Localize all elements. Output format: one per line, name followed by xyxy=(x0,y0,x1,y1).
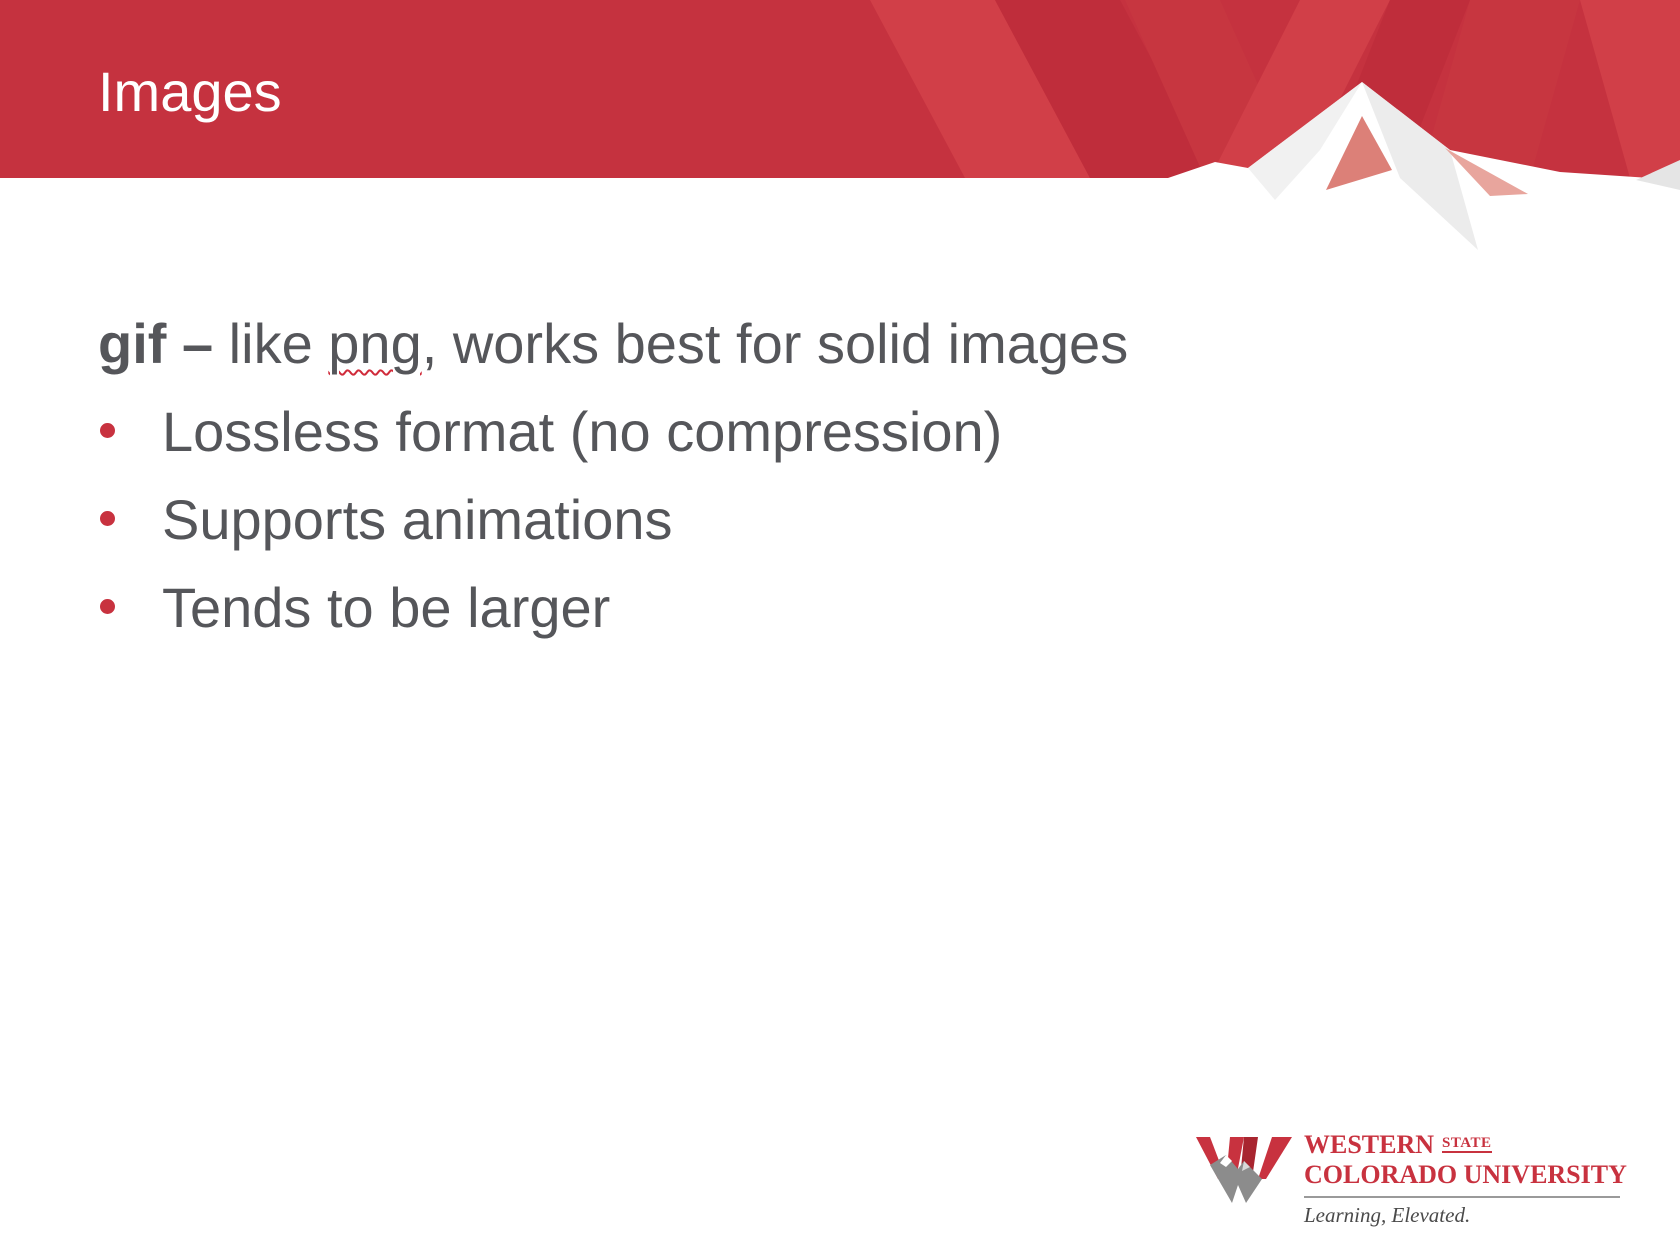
bullet-text: Tends to be larger xyxy=(162,576,611,639)
intro-term: gif – xyxy=(98,312,214,375)
intro-text-part: like xyxy=(213,312,329,375)
bullet-text: Supports animations xyxy=(162,488,673,551)
bullet-item: Lossless format (no compression) xyxy=(98,388,1498,476)
slide: Images gif – like png, works best for so… xyxy=(0,0,1680,1258)
spellcheck-word: png xyxy=(328,312,422,375)
bullet-dot-icon xyxy=(100,423,115,438)
bullet-dot-icon xyxy=(100,599,115,614)
logo-wordmark-line2: COLORADO UNIVERSITY xyxy=(1304,1160,1627,1189)
slide-title: Images xyxy=(98,60,282,123)
bullet-item: Tends to be larger xyxy=(98,564,1498,652)
intro-line: gif – like png, works best for solid ima… xyxy=(98,300,1498,388)
bullet-text: Lossless format (no compression) xyxy=(162,400,1003,463)
logo-tagline: Learning, Elevated. xyxy=(1304,1203,1471,1227)
logo-word-western: WESTERN xyxy=(1304,1130,1435,1159)
slide-body: gif – like png, works best for solid ima… xyxy=(98,300,1498,652)
bullet-list: Lossless format (no compression) Support… xyxy=(98,388,1498,652)
bullet-item: Supports animations xyxy=(98,476,1498,564)
logo-wordmark-line1: WESTERN STATE xyxy=(1304,1130,1492,1160)
logo-divider xyxy=(1304,1196,1620,1198)
university-logo: WESTERN STATE COLORADO UNIVERSITY Learnin… xyxy=(1196,1130,1627,1230)
w-mountain-logo-icon xyxy=(1196,1137,1292,1203)
intro-text-part: , works best for solid images xyxy=(421,312,1129,375)
logo-word-state: STATE xyxy=(1442,1135,1492,1153)
bullet-dot-icon xyxy=(100,511,115,526)
header-banner xyxy=(0,0,1680,260)
